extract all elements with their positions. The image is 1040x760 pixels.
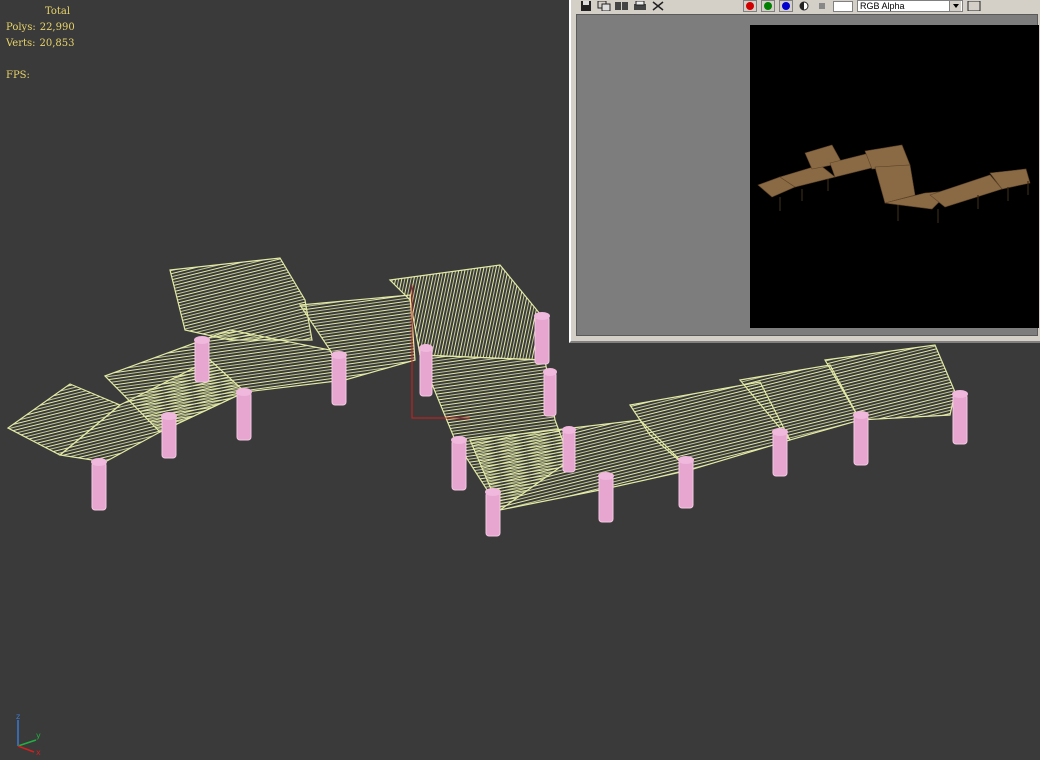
blue-channel-toggle[interactable]: [779, 0, 793, 12]
green-channel-toggle[interactable]: [761, 0, 775, 12]
mono-icon[interactable]: [815, 1, 829, 11]
chevron-down-icon: [949, 1, 961, 11]
overlay-icon[interactable]: [967, 1, 981, 11]
rendered-image: [750, 25, 1039, 328]
rendered-dock-thumbnail: [757, 144, 1031, 223]
rendered-frame-window[interactable]: RGB Alpha: [569, 0, 1040, 343]
render-canvas-area: [576, 14, 1039, 336]
print-icon[interactable]: [633, 1, 647, 11]
copy-icon[interactable]: [597, 1, 611, 11]
render-toolbar: RGB Alpha: [571, 0, 1040, 12]
axis-tripod-icon: z y x: [16, 712, 41, 756]
green-channel-icon: [764, 2, 772, 10]
red-channel-icon: [746, 2, 754, 10]
axis-x-label: x: [36, 748, 41, 756]
color-swatch[interactable]: [833, 0, 853, 12]
save-icon[interactable]: [579, 1, 593, 11]
clear-icon[interactable]: [651, 1, 665, 11]
channel-display-select[interactable]: RGB Alpha: [857, 0, 963, 12]
red-channel-toggle[interactable]: [743, 0, 757, 12]
deck-segment-raised: [169, 257, 313, 341]
axis-z-label: z: [16, 712, 20, 721]
axis-y-label: y: [36, 731, 41, 740]
alpha-channel-icon[interactable]: [797, 1, 811, 11]
channel-select-value: RGB Alpha: [860, 1, 905, 11]
clone-icon[interactable]: [615, 1, 629, 11]
blue-channel-icon: [782, 2, 790, 10]
